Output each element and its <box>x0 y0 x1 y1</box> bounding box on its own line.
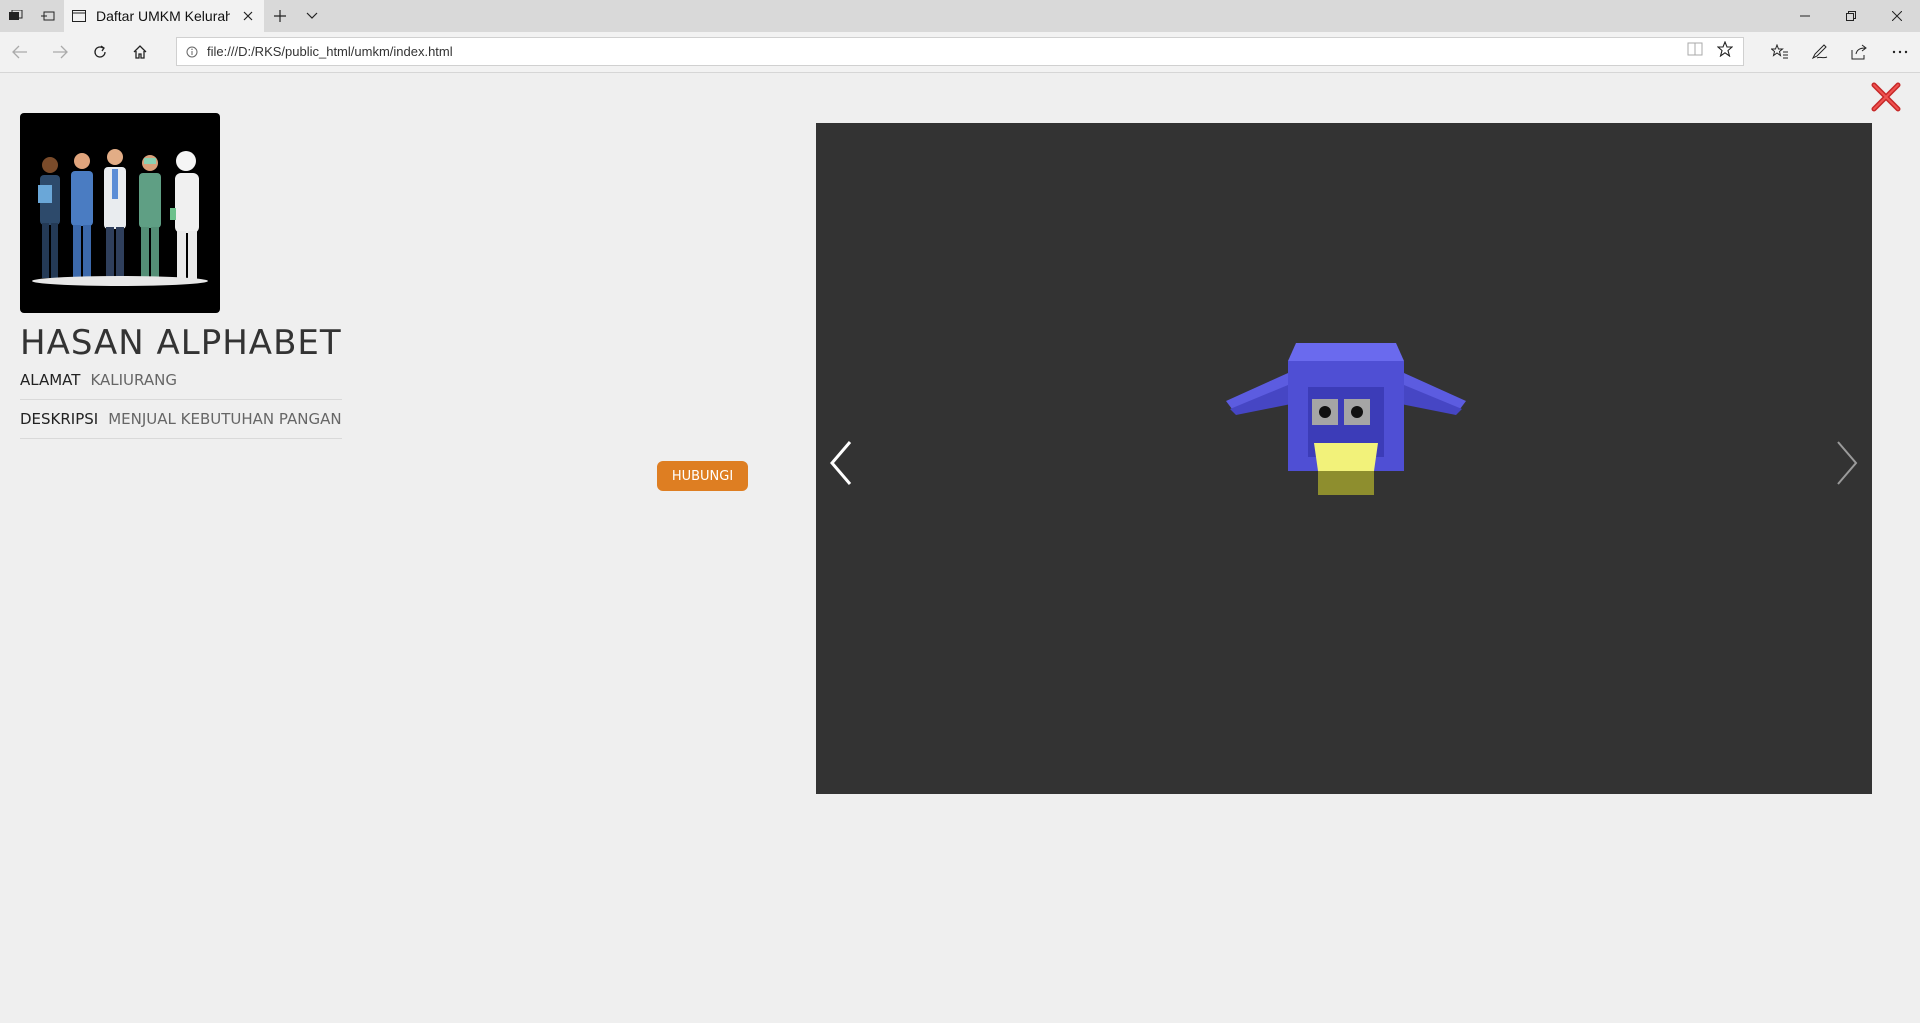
tab-title: Daftar UMKM Kelurahan <box>96 8 230 24</box>
restore-icon[interactable] <box>1828 0 1874 32</box>
alamat-label: ALAMAT <box>20 371 81 389</box>
hubungi-button[interactable]: HUBUNGI <box>657 461 748 491</box>
address-bar[interactable]: file:///D:/RKS/public_html/umkm/index.ht… <box>176 37 1744 66</box>
browser-tab-bar: Daftar UMKM Kelurahan <box>0 0 1920 32</box>
alamat-value: KALIURANG <box>90 371 177 389</box>
profile-image <box>20 113 220 313</box>
web-note-pen-icon[interactable] <box>1800 32 1840 72</box>
favorite-star-icon[interactable] <box>1716 40 1734 62</box>
person-figure-2 <box>71 153 93 280</box>
favorites-hub-icon[interactable] <box>1760 32 1800 72</box>
tabs-aside-icon[interactable] <box>0 0 32 32</box>
browser-nav-bar: file:///D:/RKS/public_html/umkm/index.ht… <box>0 32 1920 73</box>
url-text[interactable]: file:///D:/RKS/public_html/umkm/index.ht… <box>207 44 1687 59</box>
window-controls <box>1782 0 1920 32</box>
3d-model-preview <box>1216 343 1476 523</box>
set-aside-tabs-icon[interactable] <box>32 0 64 32</box>
tab-close-icon[interactable] <box>240 8 256 24</box>
window-close-icon[interactable] <box>1874 0 1920 32</box>
new-tab-icon[interactable] <box>264 0 296 32</box>
browser-toolbar-right <box>1760 32 1920 72</box>
person-figure-5 <box>170 151 199 279</box>
deskripsi-value: MENJUAL KEBUTUHAN PANGAN <box>108 410 342 428</box>
person-figure-3 <box>104 149 126 279</box>
back-icon[interactable] <box>0 32 40 72</box>
more-menu-icon[interactable] <box>1880 32 1920 72</box>
carousel-prev-icon[interactable] <box>826 438 856 488</box>
home-icon[interactable] <box>120 32 160 72</box>
minimize-icon[interactable] <box>1782 0 1828 32</box>
close-icon[interactable] <box>1870 81 1902 113</box>
page-icon <box>72 10 86 22</box>
tab-list-chevron-icon[interactable] <box>296 0 328 32</box>
deskripsi-label: DESKRIPSI <box>20 410 99 428</box>
carousel-next-icon[interactable] <box>1832 438 1862 488</box>
page-content: HASAN ALPHABET ALAMAT KALIURANG DESKRIPS… <box>0 73 1920 1023</box>
person-figure-4 <box>139 155 161 279</box>
site-info-icon[interactable] <box>177 46 207 58</box>
refresh-icon[interactable] <box>80 32 120 72</box>
person-figure-1 <box>38 157 60 278</box>
deskripsi-row: DESKRIPSI MENJUAL KEBUTUHAN PANGAN <box>20 400 342 439</box>
reading-view-icon[interactable] <box>1687 42 1703 61</box>
image-carousel <box>816 123 1872 794</box>
alamat-row: ALAMAT KALIURANG <box>20 361 342 400</box>
share-icon[interactable] <box>1840 32 1880 72</box>
business-owner-name: HASAN ALPHABET <box>20 323 342 363</box>
forward-icon[interactable] <box>40 32 80 72</box>
active-tab[interactable]: Daftar UMKM Kelurahan <box>64 0 264 32</box>
